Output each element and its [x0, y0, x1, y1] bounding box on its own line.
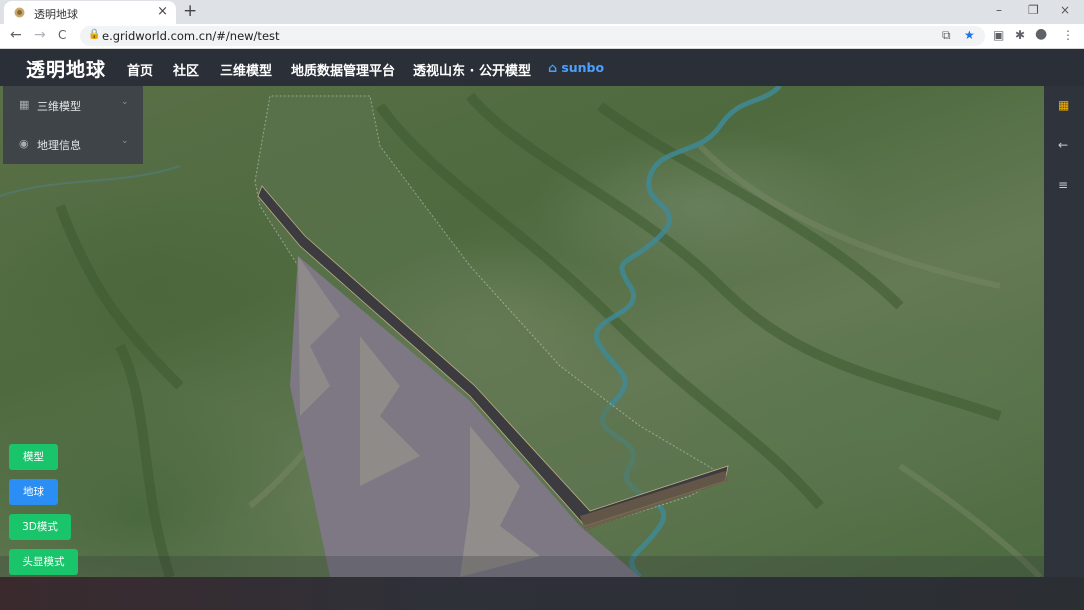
right-toolbar: ▦ ← ≡	[1044, 86, 1084, 577]
username: sunbo	[561, 60, 605, 75]
tab-title: 透明地球	[34, 8, 78, 21]
browser-window: 透明地球 × + – ❐ × ← → C 🔒 e.gridworld.com.c…	[0, 0, 1084, 610]
model-mode-button[interactable]: 模型	[9, 444, 58, 470]
extension-icon[interactable]: ▣	[993, 28, 1004, 42]
globe-3d-view[interactable]	[0, 86, 1044, 577]
brand-logo[interactable]: 透明地球	[26, 55, 106, 82]
grid-icon: ▦	[19, 98, 30, 111]
globe-favicon-icon	[14, 7, 25, 18]
more-menu-icon[interactable]: ⋮	[1062, 28, 1074, 42]
menu-item-3d-model[interactable]: ▦ 三维模型 ⌄	[3, 86, 143, 125]
nav-3d-model[interactable]: 三维模型	[220, 60, 272, 79]
profile-icon[interactable]: ●	[1035, 26, 1047, 42]
tab-strip: 透明地球 × + – ❐ ×	[0, 0, 1084, 24]
lock-icon: 🔒	[88, 29, 101, 40]
bookmark-star-icon[interactable]: ★	[964, 28, 975, 42]
nav-home[interactable]: 首页	[127, 60, 153, 79]
globe-mode-button[interactable]: 地球	[9, 479, 58, 505]
home-icon: ⌂	[548, 60, 562, 75]
back-button[interactable]: ←	[10, 27, 22, 43]
arrow-left-icon[interactable]: ←	[1058, 138, 1068, 152]
left-menu: ▦ 三维模型 ⌄ ◉ 地理信息 ⌄	[3, 86, 143, 164]
user-menu[interactable]: ⌂ sunbo	[548, 60, 604, 75]
puzzle-icon[interactable]: ✱	[1015, 28, 1025, 42]
location-pin-icon: ◉	[19, 137, 29, 150]
url-text: e.gridworld.com.cn/#/new/test	[102, 29, 280, 43]
restore-button[interactable]: ❐	[1028, 3, 1039, 17]
bottom-strip	[0, 577, 1084, 610]
menu-item-label: 地理信息	[37, 139, 81, 152]
browser-tab[interactable]: 透明地球 ×	[4, 1, 176, 24]
window-close-button[interactable]: ×	[1060, 3, 1070, 17]
3d-mode-button[interactable]: 3D模式	[9, 514, 71, 540]
grid-icon[interactable]: ▦	[1058, 98, 1069, 112]
menu-item-geo-info[interactable]: ◉ 地理信息 ⌄	[3, 125, 143, 164]
nav-geo-data-platform[interactable]: 地质数据管理平台	[291, 60, 395, 79]
tab-close-icon[interactable]: ×	[157, 4, 168, 19]
browser-toolbar: ← → C 🔒 e.gridworld.com.cn/#/new/test ⧉ …	[0, 24, 1084, 49]
new-tab-button[interactable]: +	[183, 1, 197, 21]
app-navbar: 透明地球 首页 社区 三维模型 地质数据管理平台 透视山东 · 公开模型 ⌂ s…	[0, 50, 1084, 86]
menu-icon[interactable]: ≡	[1058, 178, 1068, 192]
address-bar[interactable]: 🔒 e.gridworld.com.cn/#/new/test ⧉ ★	[80, 26, 985, 46]
nav-community[interactable]: 社区	[173, 60, 199, 79]
minimize-button[interactable]: –	[996, 3, 1002, 17]
reload-button[interactable]: C	[58, 28, 66, 42]
terrain-scene	[0, 86, 1044, 577]
share-icon[interactable]: ⧉	[942, 28, 951, 43]
headset-mode-button[interactable]: 头显模式	[9, 549, 78, 575]
chevron-down-icon: ⌄	[121, 97, 129, 107]
forward-button[interactable]: →	[34, 27, 46, 43]
chevron-down-icon: ⌄	[121, 136, 129, 146]
nav-shandong-public-model[interactable]: 透视山东 · 公开模型	[413, 60, 531, 79]
menu-item-label: 三维模型	[37, 100, 81, 113]
